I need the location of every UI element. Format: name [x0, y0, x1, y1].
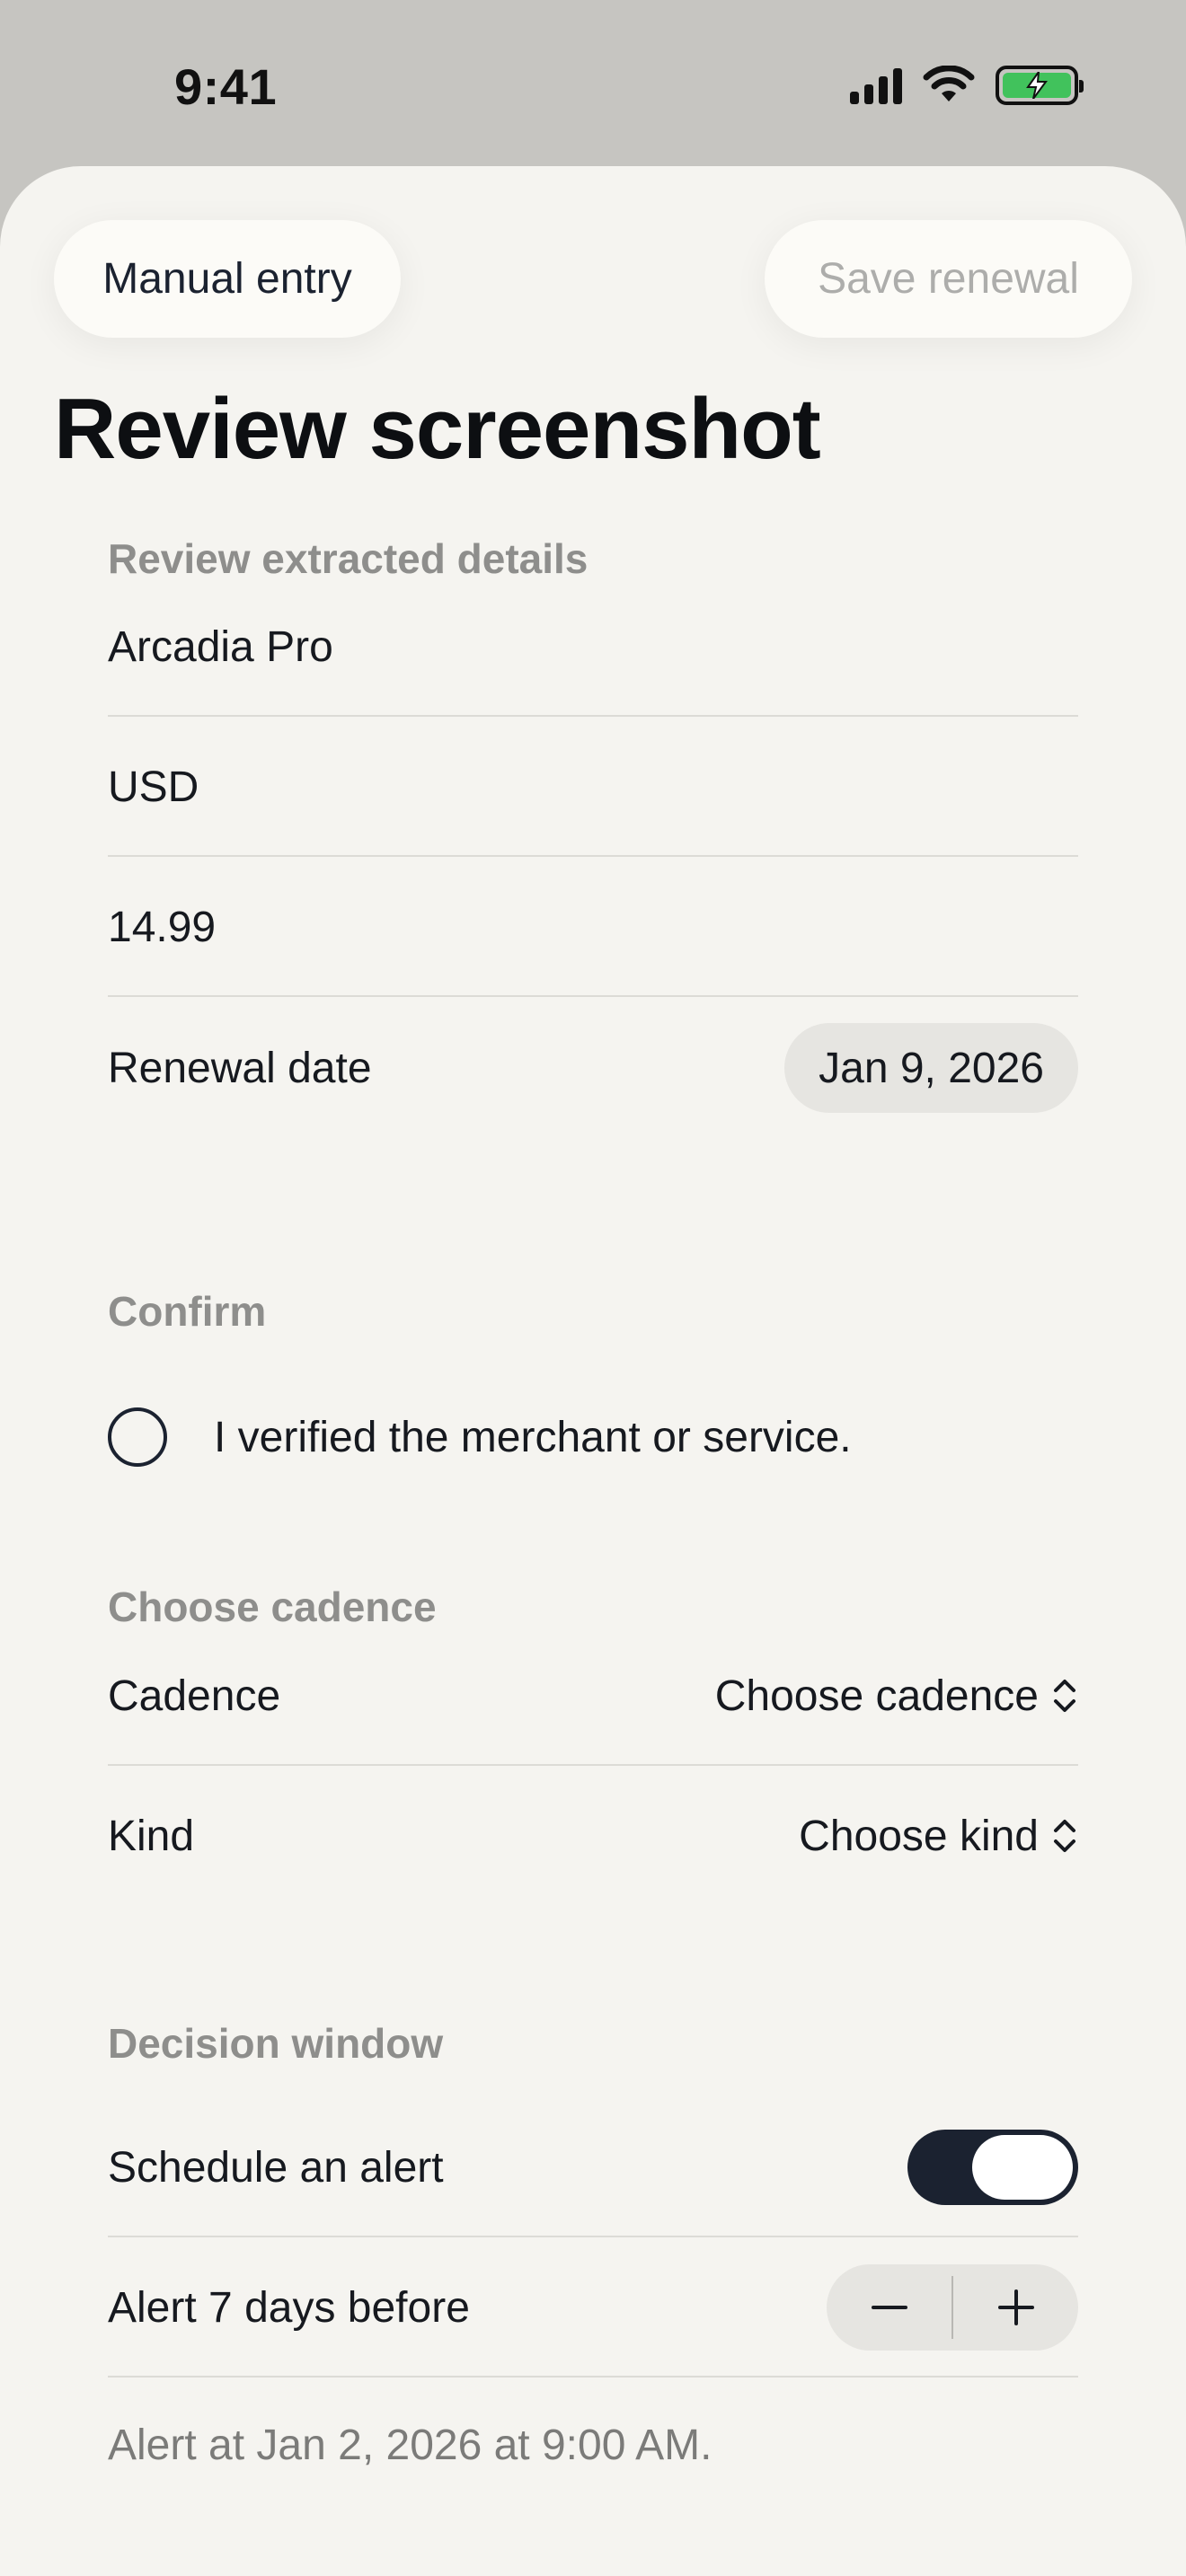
- alert-footnote: Alert at Jan 2, 2026 at 9:00 AM.: [108, 2422, 712, 2469]
- alert-days-stepper[interactable]: [827, 2264, 1078, 2351]
- schedule-alert-row: Schedule an alert: [108, 2097, 1078, 2237]
- cadence-label: Cadence: [108, 1672, 281, 1720]
- cadence-header: Choose cadence: [108, 1584, 437, 1630]
- name-field[interactable]: Arcadia Pro: [108, 577, 1078, 717]
- alert-days-row: Alert 7 days before: [108, 2237, 1078, 2378]
- verify-checkbox-label: I verified the merchant or service.: [214, 1413, 852, 1461]
- decrement-button[interactable]: [827, 2264, 951, 2351]
- chevron-up-down-icon: [1054, 1680, 1075, 1712]
- amount-value: 14.99: [108, 903, 217, 951]
- minus-icon: [871, 2306, 907, 2309]
- status-bar: 9:41: [0, 0, 1186, 171]
- kind-label: Kind: [108, 1812, 195, 1860]
- manual-entry-button[interactable]: Manual entry: [54, 220, 401, 338]
- alert-days-label: Alert 7 days before: [108, 2283, 470, 2332]
- battery-charging-icon: [996, 66, 1084, 105]
- cadence-picker[interactable]: Choose cadence: [715, 1672, 1078, 1721]
- status-icons: [850, 63, 1084, 108]
- kind-picker[interactable]: Choose kind: [799, 1812, 1078, 1861]
- cadence-row: Cadence Choose cadence: [108, 1626, 1078, 1766]
- verify-checkbox-row[interactable]: I verified the merchant or service.: [108, 1367, 1078, 1507]
- confirm-header: Confirm: [108, 1288, 267, 1335]
- kind-row: Kind Choose kind: [108, 1766, 1078, 1906]
- schedule-alert-toggle[interactable]: [907, 2130, 1078, 2205]
- status-time: 9:41: [174, 58, 278, 115]
- decision-window-header: Decision window: [108, 2020, 444, 2067]
- extracted-details-header: Review extracted details: [108, 535, 589, 582]
- toggle-knob: [972, 2135, 1073, 2200]
- currency-field[interactable]: USD: [108, 717, 1078, 857]
- wifi-icon: [923, 66, 975, 101]
- amount-field[interactable]: 14.99: [108, 857, 1078, 997]
- plus-icon: [997, 2289, 1034, 2325]
- chevron-up-down-icon: [1054, 1820, 1075, 1852]
- page-title: Review screenshot: [54, 381, 821, 477]
- review-sheet: Manual entry Save renewal Review screens…: [0, 166, 1186, 2576]
- kind-picker-value: Choose kind: [799, 1812, 1039, 1860]
- increment-button[interactable]: [953, 2264, 1078, 2351]
- schedule-alert-label: Schedule an alert: [108, 2143, 444, 2192]
- cadence-picker-value: Choose cadence: [714, 1672, 1039, 1720]
- currency-value: USD: [108, 763, 199, 811]
- renewal-date-row: Renewal date Jan 9, 2026: [108, 998, 1078, 1138]
- renewal-date-picker[interactable]: Jan 9, 2026: [784, 1023, 1078, 1113]
- name-value: Arcadia Pro: [108, 622, 333, 671]
- verify-checkbox[interactable]: [108, 1407, 167, 1467]
- save-renewal-button[interactable]: Save renewal: [765, 220, 1132, 338]
- renewal-date-label: Renewal date: [108, 1044, 372, 1092]
- cellular-signal-icon: [850, 66, 902, 104]
